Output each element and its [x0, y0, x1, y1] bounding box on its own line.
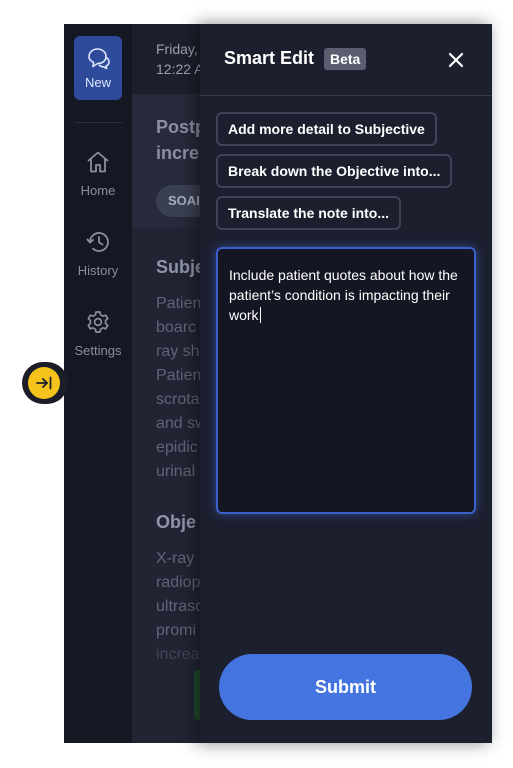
close-icon	[448, 52, 464, 68]
submit-button[interactable]: Submit	[219, 654, 472, 720]
beta-badge: Beta	[324, 48, 367, 70]
note-text-line: ray sh	[156, 343, 200, 360]
new-chat-button[interactable]: New	[74, 36, 122, 100]
note-text-line: promi	[156, 622, 197, 639]
sidebar-item-label: History	[77, 263, 119, 278]
collapse-panel-button[interactable]	[28, 367, 60, 399]
note-text-line: Patien	[156, 367, 202, 384]
home-icon	[87, 151, 109, 173]
sidebar-item-history[interactable]: History	[64, 230, 132, 278]
note-text-line: urinal	[156, 463, 196, 480]
gear-icon	[87, 311, 109, 333]
suggestion-chip[interactable]: Break down the Objective into...	[216, 154, 453, 188]
text-caret	[259, 307, 261, 323]
sidebar-item-settings[interactable]: Settings	[64, 310, 132, 358]
panel-title: Smart Edit	[224, 48, 315, 68]
input-text: Include patient quotes about how the pat…	[229, 267, 458, 323]
suggestion-chip[interactable]: Add more detail to Subjective	[216, 112, 437, 146]
sidebar-item-label: Settings	[74, 343, 122, 358]
collapse-arrow-icon	[36, 376, 52, 390]
section-heading-objective: Obje	[156, 512, 197, 532]
history-icon	[86, 232, 109, 252]
edit-instruction-input[interactable]: Include patient quotes about how the pat…	[216, 247, 476, 514]
sidebar-divider	[74, 122, 122, 123]
suggestion-chip[interactable]: Translate the note into...	[216, 196, 402, 230]
section-heading-subjective: Subje	[156, 257, 206, 277]
note-text-line: increa	[156, 646, 200, 663]
smart-edit-panel: Smart Edit Beta Add more detail to Subje…	[200, 24, 492, 743]
note-text-line: radiop	[156, 574, 201, 591]
note-title: Postp incre	[156, 117, 207, 163]
close-button[interactable]	[442, 46, 470, 74]
sidebar: New Home History Settings	[64, 24, 132, 743]
panel-header: Smart Edit Beta	[200, 24, 492, 96]
note-text-line: X-ray	[156, 550, 195, 567]
note-text-line: ultrasc	[156, 598, 204, 615]
note-text-line: Patien	[156, 295, 202, 312]
sidebar-item-home[interactable]: Home	[64, 150, 132, 198]
note-text-line: boarc	[156, 319, 197, 336]
note-text-line: epidic	[156, 439, 198, 456]
sidebar-item-label: Home	[80, 183, 116, 198]
note-date: Friday, 12:22 A	[156, 41, 204, 77]
panel-toggle	[22, 362, 68, 404]
new-button-label: New	[84, 75, 111, 90]
chat-bubbles-icon	[88, 48, 110, 70]
note-text-line: scrota	[156, 391, 200, 408]
